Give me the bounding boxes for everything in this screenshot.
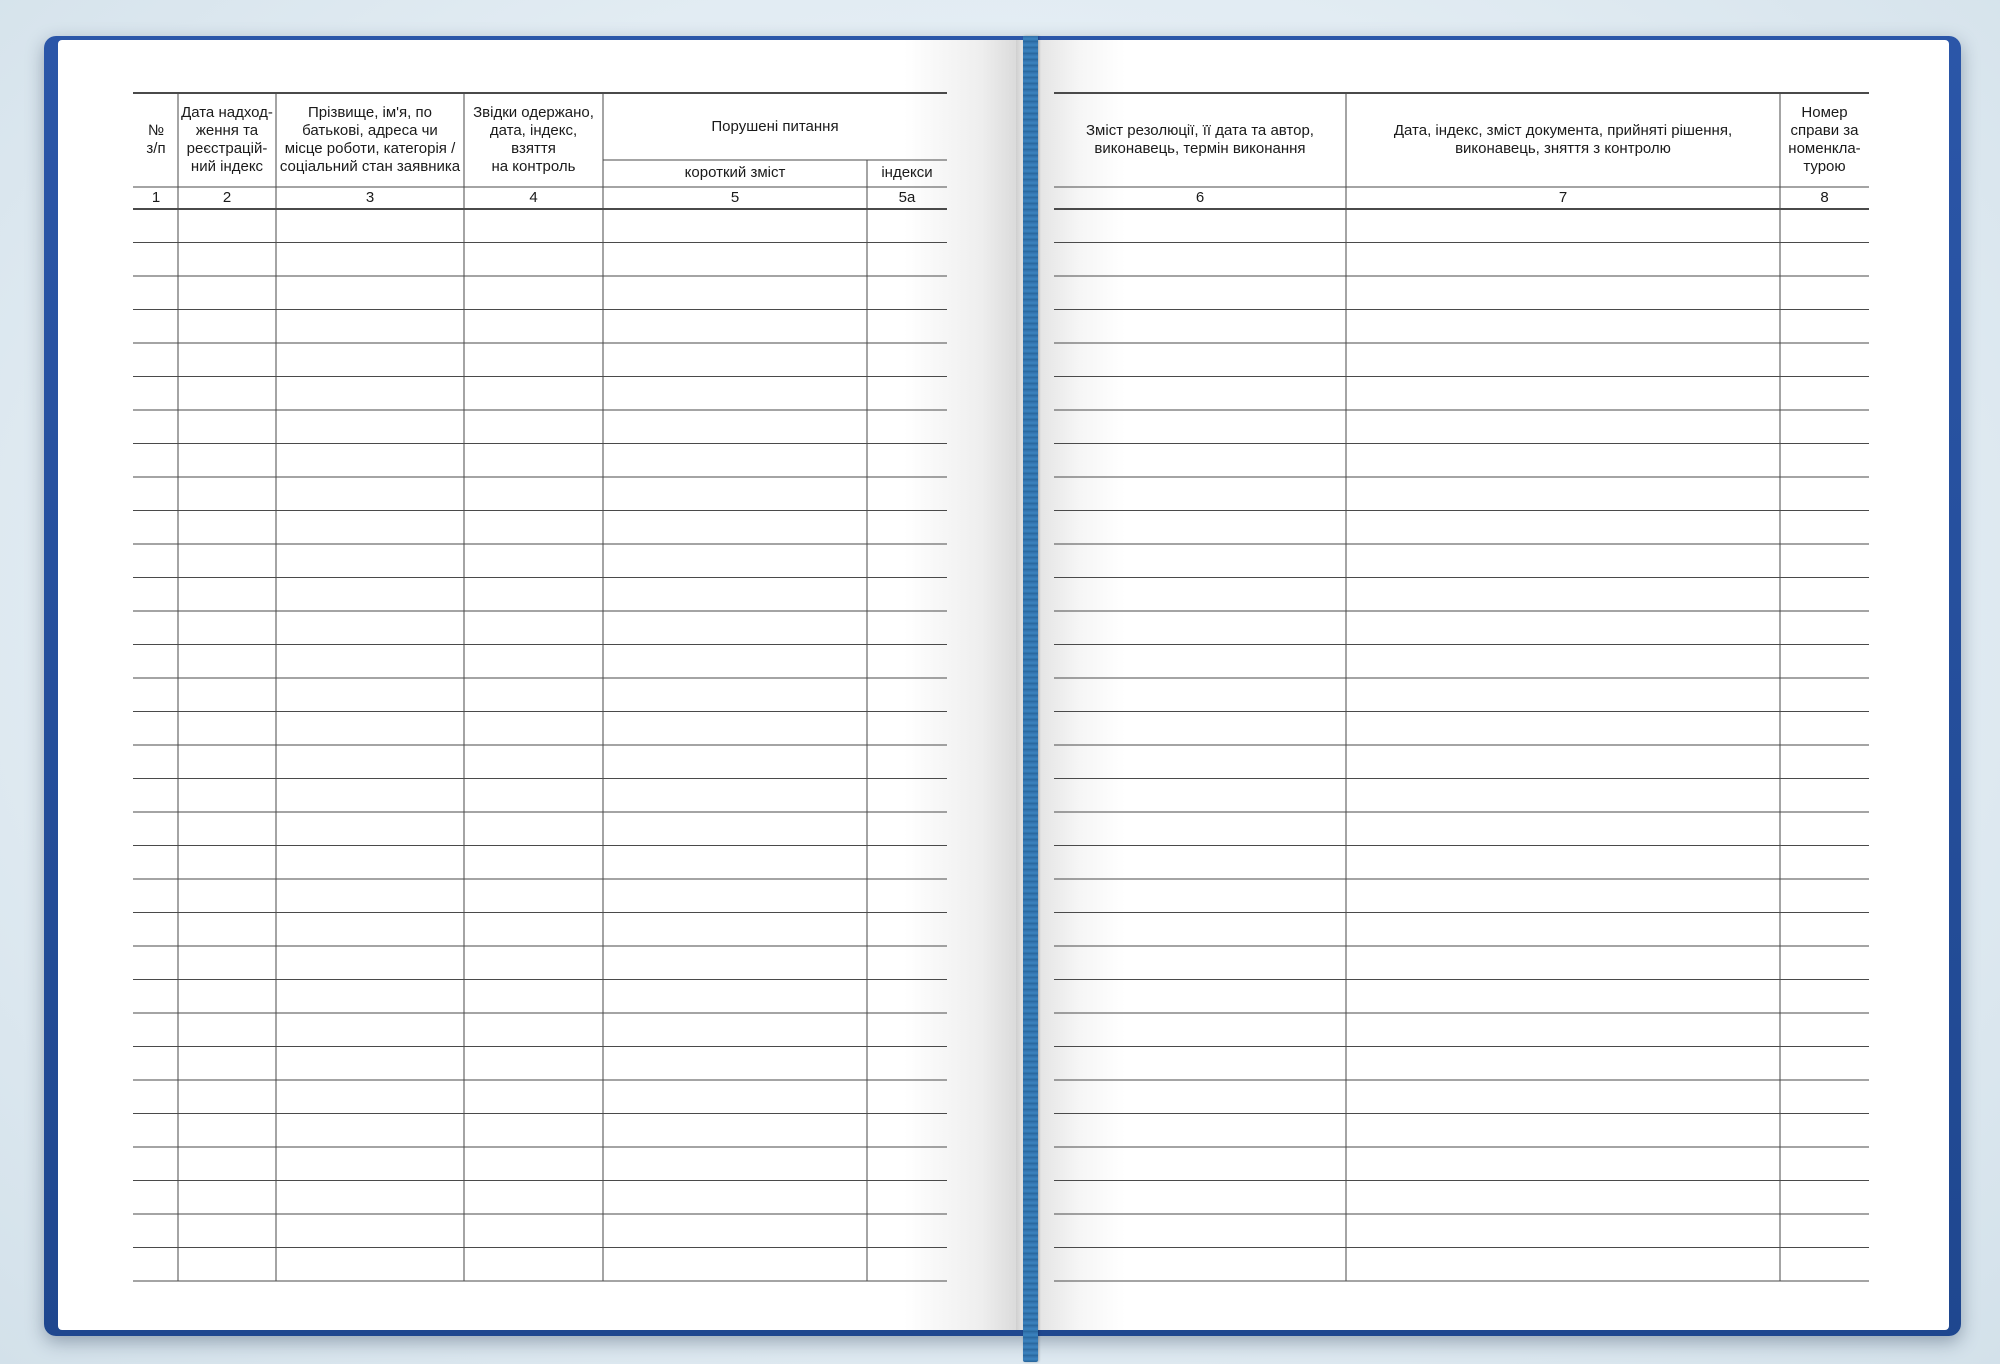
bookmark-ribbon <box>1023 36 1038 1362</box>
header-date-received: Дата надход- ження та реєстрацій- ний ін… <box>181 104 273 175</box>
header-applicant: Прізвище, ім'я, по батькові, адреса чи м… <box>279 104 461 175</box>
column-number-8: 8 <box>1820 189 1829 206</box>
column-number-4: 4 <box>529 189 538 206</box>
header-summary: короткий зміст <box>684 164 786 181</box>
column-number-3: 3 <box>365 189 375 206</box>
header-document-decision: Дата, індекс, зміст документа, прийняті … <box>1393 122 1733 157</box>
column-number-7: 7 <box>1558 189 1568 206</box>
column-number-6: 6 <box>1195 189 1205 206</box>
header-case-number: Номер справи за номенкла- турою <box>1788 104 1861 175</box>
column-number-5a: 5а <box>898 189 916 206</box>
column-number-5: 5 <box>730 189 740 206</box>
header-source: Звідки одержано, дата, індекс, взяття на… <box>473 104 594 175</box>
header-indexes: індекси <box>881 164 933 181</box>
column-number-2: 2 <box>222 189 232 206</box>
column-number-1: 1 <box>151 189 161 206</box>
header-number: № з/п <box>146 122 166 157</box>
header-resolution: Зміст резолюції, її дата та автор, викон… <box>1086 122 1314 157</box>
header-issues-group: Порушені питання <box>711 118 839 135</box>
